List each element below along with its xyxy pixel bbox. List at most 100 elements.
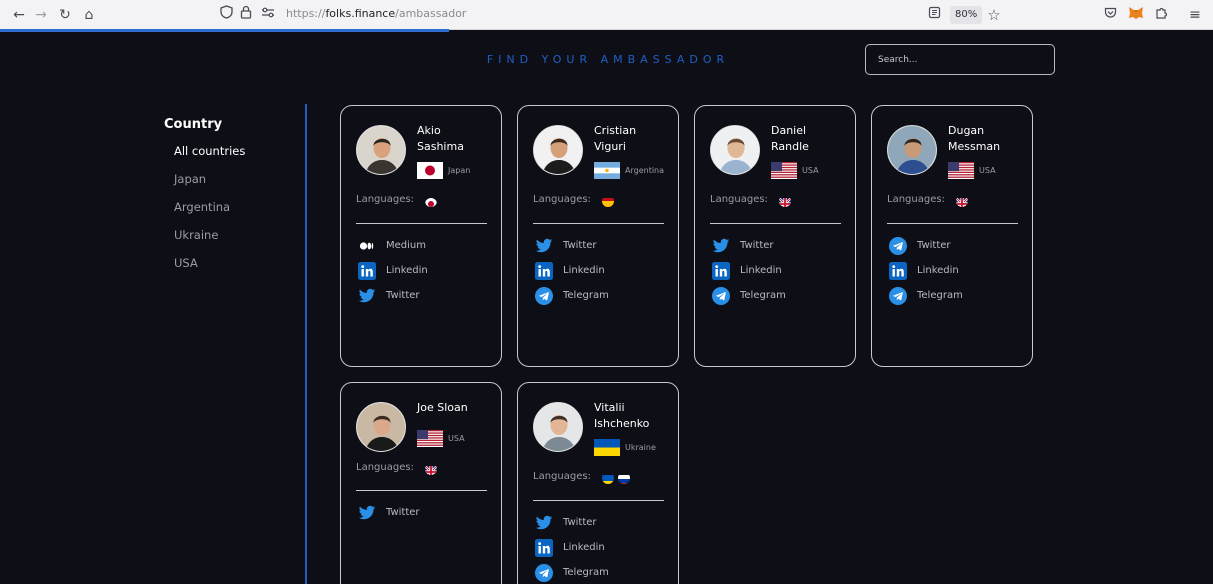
country-option-japan[interactable]: Japan <box>164 170 294 198</box>
social-link-telegram[interactable]: Telegram <box>535 564 665 582</box>
ambassador-name: Cristian Viguri <box>594 123 676 155</box>
url-text[interactable]: https://folks.finance/ambassador <box>286 7 466 20</box>
country-label: Argentina <box>625 166 665 175</box>
ambassador-card[interactable]: Daniel Randle USA Languages: Twitter Linkedin… <box>694 105 856 367</box>
metamask-icon[interactable] <box>1127 6 1145 24</box>
spain-language-icon <box>602 195 614 207</box>
ambassador-name-line: Dugan <box>948 124 985 137</box>
ambassador-card[interactable]: Dugan Messman USA Languages: Twitter Linkedin… <box>871 105 1033 367</box>
shield-icon[interactable] <box>218 5 234 25</box>
social-link-twitter[interactable]: Twitter <box>358 504 488 522</box>
ambassador-name-line: Viguri <box>594 140 626 153</box>
home-icon[interactable]: ⌂ <box>80 6 98 24</box>
country-label: USA <box>448 434 465 443</box>
card-divider <box>356 490 487 491</box>
reload-icon[interactable]: ↻ <box>56 6 74 24</box>
uk-language-icon <box>779 195 791 207</box>
social-link-twitter[interactable]: Twitter <box>535 514 665 532</box>
uk-language-icon <box>425 463 437 475</box>
social-link-medium[interactable]: Medium <box>358 237 488 255</box>
social-link-label: Twitter <box>563 240 597 251</box>
country-option-usa[interactable]: USA <box>164 254 294 282</box>
social-link-label: Linkedin <box>917 265 959 276</box>
social-link-twitter[interactable]: Twitter <box>712 237 842 255</box>
social-link-label: Telegram <box>917 290 963 301</box>
languages-label: Languages: <box>710 194 768 205</box>
country-filter: Country All countries Japan Argentina Uk… <box>164 117 294 282</box>
languages-label: Languages: <box>356 194 414 205</box>
telegram-icon <box>889 287 907 305</box>
social-link-linkedin[interactable]: Linkedin <box>535 539 665 557</box>
social-link-telegram[interactable]: Telegram <box>535 287 665 305</box>
linkedin-icon <box>358 262 376 280</box>
ambassador-name-line: Ishchenko <box>594 417 650 430</box>
ambassador-name-line: Randle <box>771 140 809 153</box>
social-link-twitter[interactable]: Twitter <box>889 237 1019 255</box>
card-divider <box>710 223 841 224</box>
country-filter-heading: Country <box>164 117 223 132</box>
extensions-icon[interactable] <box>1152 6 1170 24</box>
ambassador-card[interactable]: Vitalii Ishchenko Ukraine Languages: Twitter… <box>517 382 679 584</box>
twitter-icon <box>358 287 376 305</box>
card-divider <box>533 500 664 501</box>
usa-flag-icon <box>948 162 974 179</box>
ambassador-name-line: Vitalii <box>594 401 625 414</box>
zoom-level[interactable]: 80% <box>950 6 983 24</box>
social-link-telegram[interactable]: Telegram <box>712 287 842 305</box>
avatar <box>533 125 583 175</box>
lock-icon[interactable] <box>238 5 254 25</box>
social-link-label: Linkedin <box>740 265 782 276</box>
social-link-label: Twitter <box>917 240 951 251</box>
telegram-icon <box>535 287 553 305</box>
ambassador-card[interactable]: Joe Sloan USA Languages: Twitter <box>340 382 502 584</box>
social-link-linkedin[interactable]: Linkedin <box>535 262 665 280</box>
ambassador-card[interactable]: Akio Sashima Japan Languages: Medium Linkedin… <box>340 105 502 367</box>
ambassador-name: Daniel Randle <box>771 123 853 155</box>
social-link-label: Twitter <box>740 240 774 251</box>
country-option-argentina[interactable]: Argentina <box>164 198 294 226</box>
linkedin-icon <box>535 539 553 557</box>
address-bar[interactable]: https://folks.finance/ambassador <box>218 5 998 25</box>
bookmark-star-icon[interactable]: ☆ <box>985 6 1003 24</box>
ambassador-card[interactable]: Cristian Viguri Argentina Languages: Twitter… <box>517 105 679 367</box>
argentina-flag-icon <box>594 162 620 179</box>
menu-icon[interactable]: ≡ <box>1186 6 1204 24</box>
social-link-twitter[interactable]: Twitter <box>535 237 665 255</box>
ukraine-flag-icon <box>594 439 620 456</box>
pocket-icon[interactable] <box>1101 6 1119 24</box>
social-link-label: Linkedin <box>563 542 605 553</box>
search-input[interactable] <box>865 44 1055 75</box>
back-icon[interactable]: ← <box>10 6 28 24</box>
ambassador-name-line: Joe Sloan <box>417 401 468 414</box>
country-label: Japan <box>448 166 471 175</box>
social-link-twitter[interactable]: Twitter <box>358 287 488 305</box>
reader-icon[interactable] <box>925 6 943 24</box>
social-link-label: Telegram <box>740 290 786 301</box>
languages-label: Languages: <box>356 462 414 473</box>
ambassador-name-line: Daniel <box>771 124 807 137</box>
avatar <box>356 125 406 175</box>
social-link-label: Medium <box>386 240 426 251</box>
uk-language-icon <box>956 195 968 207</box>
country-option-ukraine[interactable]: Ukraine <box>164 226 294 254</box>
social-link-label: Twitter <box>386 290 420 301</box>
permissions-icon[interactable] <box>260 5 276 25</box>
languages-label: Languages: <box>533 194 591 205</box>
japan-language-icon <box>425 195 437 207</box>
languages-label: Languages: <box>887 194 945 205</box>
social-link-linkedin[interactable]: Linkedin <box>712 262 842 280</box>
social-link-telegram[interactable]: Telegram <box>889 287 1019 305</box>
country-option-all[interactable]: All countries <box>164 142 294 170</box>
japan-flag-icon <box>417 162 443 179</box>
social-link-linkedin[interactable]: Linkedin <box>889 262 1019 280</box>
avatar <box>356 402 406 452</box>
social-link-label: Linkedin <box>563 265 605 276</box>
ambassador-name-line: Messman <box>948 140 1001 153</box>
social-link-linkedin[interactable]: Linkedin <box>358 262 488 280</box>
forward-icon[interactable]: → <box>32 6 50 24</box>
social-link-label: Telegram <box>563 290 609 301</box>
social-link-label: Twitter <box>563 517 597 528</box>
ambassador-name-line: Akio <box>417 124 441 137</box>
usa-flag-icon <box>771 162 797 179</box>
card-divider <box>887 223 1018 224</box>
